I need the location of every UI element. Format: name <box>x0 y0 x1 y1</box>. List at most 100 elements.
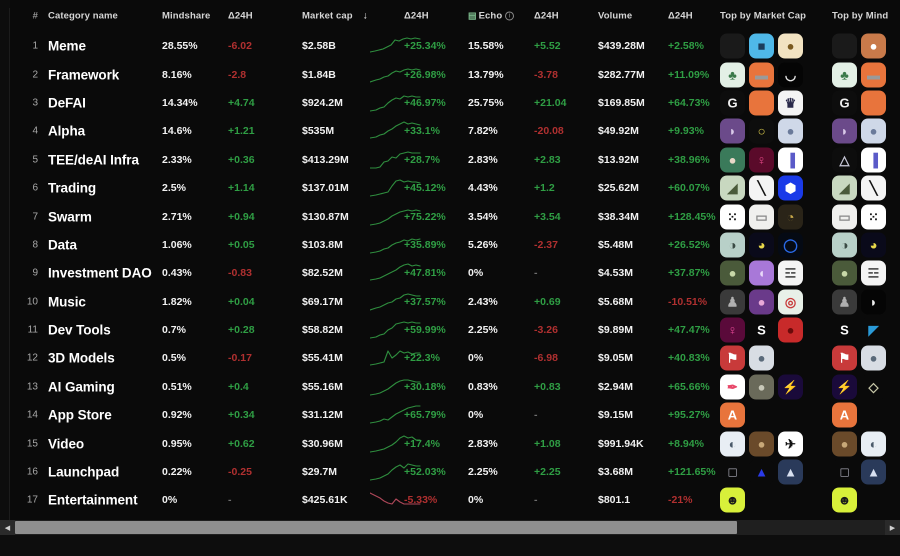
token-icon[interactable]: ◕ <box>861 232 886 257</box>
table-row[interactable]: 10Music1.82%+0.04$69.17M+37.57%2.43%+0.6… <box>10 288 900 316</box>
token-icon[interactable]: ◐ <box>720 431 745 456</box>
token-icon[interactable]: ╲ <box>861 176 886 201</box>
token-icon[interactable] <box>749 90 774 115</box>
token-icon[interactable] <box>778 346 803 371</box>
token-icon[interactable]: ● <box>861 34 886 59</box>
table-row[interactable]: 17Entertainment0%-$425.61K-5.33%0%-$801.… <box>10 486 900 514</box>
token-icon[interactable]: ⁙ <box>720 204 745 229</box>
scrollbar-right-arrow-icon[interactable]: ▶ <box>885 520 900 535</box>
column-header-mindshare-24h[interactable]: Δ24H <box>228 11 253 22</box>
row-category-name[interactable]: Video <box>48 436 84 451</box>
token-icon[interactable]: ■ <box>749 34 774 59</box>
table-row[interactable]: 9Investment DAO0.43%-0.83$82.52M+47.81%0… <box>10 259 900 287</box>
token-icon[interactable]: ● <box>861 346 886 371</box>
token-icon[interactable]: ◑ <box>720 232 745 257</box>
table-row[interactable]: 15Video0.95%+0.62$30.96M+17.4%2.83%+1.08… <box>10 429 900 457</box>
table-row[interactable]: 6Trading2.5%+1.14$137.01M+45.12%4.43%+1.… <box>10 174 900 202</box>
row-category-name[interactable]: Music <box>48 294 86 309</box>
token-icon[interactable]: ▐ <box>778 147 803 172</box>
token-icon[interactable]: ● <box>749 346 774 371</box>
token-icon[interactable]: ◑ <box>832 232 857 257</box>
column-header-echo[interactable]: ▤Echoi <box>468 10 514 21</box>
token-icon[interactable]: ✒ <box>720 374 745 399</box>
token-icon[interactable]: Α <box>832 403 857 428</box>
table-row[interactable]: 14App Store0.92%+0.34$31.12M+65.79%0%-$9… <box>10 401 900 429</box>
scrollbar-left-arrow-icon[interactable]: ◀ <box>0 520 15 535</box>
token-icon[interactable]: △ <box>832 147 857 172</box>
row-category-name[interactable]: 3D Models <box>48 351 115 366</box>
column-header-volume-24h[interactable]: Δ24H <box>668 11 693 22</box>
token-icon[interactable]: ☲ <box>861 261 886 286</box>
column-header-echo-24h[interactable]: Δ24H <box>534 11 559 22</box>
token-icon[interactable]: ⚡ <box>778 374 803 399</box>
row-category-name[interactable]: Swarm <box>48 209 92 224</box>
token-icon[interactable]: ● <box>778 119 803 144</box>
token-icon[interactable]: ◢ <box>720 176 745 201</box>
scrollbar-track[interactable] <box>15 520 885 535</box>
scrollbar-thumb[interactable] <box>15 521 737 534</box>
token-icon[interactable]: ◤ <box>861 318 886 343</box>
token-icon[interactable]: ● <box>749 431 774 456</box>
token-icon[interactable]: ▭ <box>749 204 774 229</box>
column-header-mindshare[interactable]: Mindshare <box>162 11 210 22</box>
token-icon[interactable]: □ <box>832 460 857 485</box>
token-icon[interactable]: ✈ <box>778 431 803 456</box>
token-icon[interactable]: ▭ <box>832 204 857 229</box>
row-category-name[interactable]: Framework <box>48 67 119 82</box>
token-icon[interactable]: ● <box>832 261 857 286</box>
table-row[interactable]: 11Dev Tools0.7%+0.28$58.82M+59.99%2.25%-… <box>10 316 900 344</box>
table-row[interactable]: 3DeFAI14.34%+4.74$924.2M+46.97%25.75%+21… <box>10 89 900 117</box>
token-icon[interactable]: ● <box>778 318 803 343</box>
token-icon[interactable]: S <box>832 318 857 343</box>
token-icon[interactable]: ◗ <box>861 289 886 314</box>
token-icon[interactable]: ☻ <box>720 488 745 513</box>
token-icon[interactable]: ♣ <box>832 62 857 87</box>
token-icon[interactable]: ☲ <box>778 261 803 286</box>
token-icon[interactable]: ◯ <box>778 232 803 257</box>
token-icon[interactable]: ● <box>778 34 803 59</box>
token-icon[interactable]: ▲ <box>778 460 803 485</box>
token-icon[interactable]: ╲ <box>749 176 774 201</box>
token-icon[interactable]: G <box>832 90 857 115</box>
token-icon[interactable]: ◖ <box>749 261 774 286</box>
token-icon[interactable]: ◗ <box>832 119 857 144</box>
token-icon[interactable]: ● <box>749 289 774 314</box>
token-icon[interactable]: ▐ <box>861 147 886 172</box>
token-icon[interactable]: ◗ <box>720 119 745 144</box>
row-category-name[interactable]: AI Gaming <box>48 379 115 394</box>
column-header-category[interactable]: Category name <box>48 11 118 22</box>
column-header-rank[interactable]: # <box>10 11 38 22</box>
token-icon[interactable]: ▲ <box>749 460 774 485</box>
table-row[interactable]: 2Framework8.16%-2.8$1.84B+26.98%13.79%-3… <box>10 60 900 88</box>
token-icon[interactable]: G <box>720 90 745 115</box>
column-header-market-cap-24h[interactable]: Δ24H <box>404 11 429 22</box>
row-category-name[interactable]: Alpha <box>48 124 85 139</box>
row-category-name[interactable]: Entertainment <box>48 493 137 508</box>
token-icon[interactable]: ⚑ <box>720 346 745 371</box>
token-icon[interactable]: ♀ <box>720 318 745 343</box>
sort-descending-icon[interactable]: ↓ <box>363 11 368 22</box>
token-icon[interactable]: ◡ <box>778 62 803 87</box>
token-icon[interactable]: ● <box>832 431 857 456</box>
token-icon[interactable]: Α <box>720 403 745 428</box>
token-icon[interactable]: ● <box>861 119 886 144</box>
row-category-name[interactable]: Investment DAO <box>48 266 152 281</box>
table-row[interactable]: 5TEE/deAI Infra2.33%+0.36$413.29M+28.7%2… <box>10 146 900 174</box>
row-category-name[interactable]: Launchpad <box>48 465 119 480</box>
table-row[interactable]: 123D Models0.5%-0.17$55.41M+22.3%0%-6.98… <box>10 344 900 372</box>
token-icon[interactable]: ▬ <box>749 62 774 87</box>
token-icon[interactable]: ⚡ <box>832 374 857 399</box>
token-icon[interactable]: S <box>749 318 774 343</box>
row-category-name[interactable]: Data <box>48 237 77 252</box>
token-icon[interactable]: ○ <box>749 119 774 144</box>
row-category-name[interactable]: TEE/deAI Infra <box>48 152 139 167</box>
token-icon[interactable]: ♟ <box>720 289 745 314</box>
token-icon[interactable]: ⬢ <box>778 176 803 201</box>
token-icon[interactable]: ☻ <box>832 488 857 513</box>
token-icon[interactable]: ◇ <box>861 374 886 399</box>
token-icon[interactable]: ◕ <box>749 232 774 257</box>
token-icon[interactable]: ▬ <box>861 62 886 87</box>
table-row[interactable]: 7Swarm2.71%+0.94$130.87M+75.22%3.54%+3.5… <box>10 202 900 230</box>
token-icon[interactable]: ◢ <box>832 176 857 201</box>
token-icon[interactable] <box>861 90 886 115</box>
